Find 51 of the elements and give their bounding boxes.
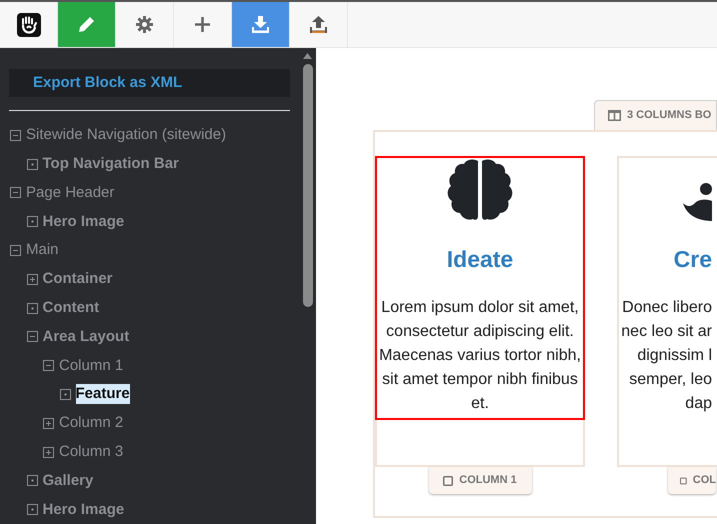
column-card[interactable]: Cre Donec libero nec leo sit ar dignissim l semper, leo dap [617,156,717,467]
expand-icon[interactable] [26,274,38,285]
columns-icon [608,110,621,121]
column-label[interactable]: COLUMN 1 [428,467,532,494]
scroll-up-icon[interactable] [303,53,312,59]
column-card[interactable]: Ideate Lorem ipsum dolor sit amet, consectetur adipiscing elit. Maecenas varius tortor nibh, sit amet tempor nibh finibus et. [375,156,585,467]
feature-block[interactable]: Ideate Lorem ipsum dolor sit amet, consectetur adipiscing elit. Maecenas varius tortor nibh, sit amet tempor nibh finibus et. [375,156,585,420]
block-icon[interactable] [26,302,38,314]
tree-item[interactable]: Column 1 [59,356,124,376]
pencil-icon [78,16,95,33]
block-icon[interactable] [26,158,38,170]
settings-icon [136,16,153,33]
feature-text: Donec libero nec leo sit ar dignissim l semper, leo dap [621,298,712,414]
tree-item[interactable]: Hero Image [42,500,124,520]
feature-title: Ideate [446,245,514,274]
tree-item[interactable]: Feature [76,384,130,404]
export-button[interactable] [232,2,290,47]
tree-item[interactable]: Area Layout [42,326,130,347]
collapse-icon[interactable] [10,187,21,198]
tree-item[interactable]: Gallery [42,470,94,491]
upload-icon [310,16,327,33]
tree-item[interactable]: Column 3 [59,442,124,462]
tree-item[interactable]: Top Navigation Bar [42,154,179,174]
hand-logo-icon [16,12,40,36]
collapse-icon[interactable] [43,360,54,372]
feature-title: Cre [674,245,712,274]
tree-item[interactable]: Container [42,269,113,290]
block-icon[interactable] [60,388,70,400]
tree-item[interactable]: Main [26,240,59,260]
square-icon [443,476,454,486]
tree-item[interactable]: Column 2 [59,413,124,434]
expand-icon[interactable] [43,446,54,458]
square-icon [680,476,687,486]
block-icon[interactable] [26,216,38,228]
collapse-icon[interactable] [10,130,21,141]
column-label[interactable]: COL [668,467,716,494]
collapse-icon[interactable] [26,331,38,342]
tree-item[interactable]: Content [42,298,100,318]
block-tab[interactable]: 3 COLUMNS BO [594,100,717,130]
tree-item[interactable]: Page Header [26,182,114,203]
feature-block[interactable]: Cre Donec libero nec leo sit ar dignissim l semper, leo dap [617,156,714,420]
tree-item[interactable]: Sitewide Navigation (sitewide) [26,125,226,146]
block-icon[interactable] [26,504,38,516]
tree-item[interactable]: Hero Image [42,212,124,232]
feature-text: Lorem ipsum dolor sit amet, consectetur adipiscing elit. Maecenas varius tortor nibh, sit amet tempor nibh finibus et. [379,298,581,414]
plus-icon [194,16,211,33]
scrollbar-thumb[interactable] [302,64,312,307]
collapse-icon[interactable] [10,244,21,256]
expand-icon[interactable] [43,418,54,429]
block-icon[interactable] [26,475,38,486]
download-icon [252,16,269,33]
